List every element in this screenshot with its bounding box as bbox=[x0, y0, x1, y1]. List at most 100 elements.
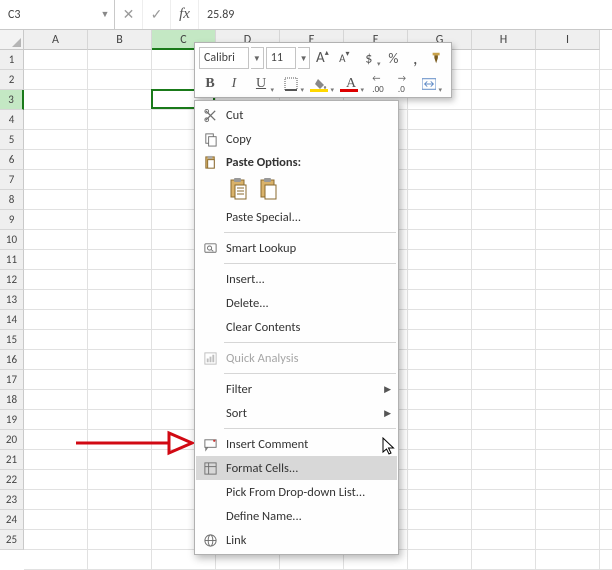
menu-item-pick-from-dropdown[interactable]: Pick From Drop-down List... bbox=[196, 480, 397, 504]
menu-item-define-name[interactable]: Define Name... bbox=[196, 504, 397, 528]
name-box-dropdown[interactable]: ▼ bbox=[96, 0, 114, 29]
menu-item-sort[interactable]: Sort ▶ bbox=[196, 401, 397, 425]
row-header[interactable]: 23 bbox=[0, 490, 24, 510]
menu-item-paste-special[interactable]: Paste Special... bbox=[196, 205, 397, 229]
menu-item-filter[interactable]: Filter ▶ bbox=[196, 377, 397, 401]
menu-label: Cut bbox=[222, 108, 391, 123]
paste-options-row bbox=[196, 173, 397, 205]
menu-separator bbox=[224, 232, 396, 233]
row-header[interactable]: 18 bbox=[0, 390, 24, 410]
menu-separator bbox=[224, 373, 396, 374]
row-header[interactable]: 10 bbox=[0, 230, 24, 250]
paste-option-default[interactable] bbox=[226, 175, 252, 203]
font-size-dropdown[interactable]: ▼ bbox=[298, 47, 311, 69]
submenu-arrow-icon: ▶ bbox=[384, 408, 391, 419]
row-header[interactable]: 7 bbox=[0, 170, 24, 190]
row-header[interactable]: 8 bbox=[0, 190, 24, 210]
menu-label: Clear Contents bbox=[222, 320, 391, 335]
row-header[interactable]: 4 bbox=[0, 110, 24, 130]
row-header[interactable]: 24 bbox=[0, 510, 24, 530]
comma-icon: , bbox=[413, 47, 418, 69]
font-name-dropdown[interactable]: ▼ bbox=[251, 47, 264, 69]
column-header[interactable]: B bbox=[88, 30, 152, 50]
menu-separator bbox=[224, 342, 396, 343]
decrease-font-size-button[interactable]: A▾ bbox=[334, 47, 354, 69]
row-header[interactable]: 19 bbox=[0, 410, 24, 430]
menu-label: Paste Special... bbox=[222, 210, 391, 225]
row-header[interactable]: 15 bbox=[0, 330, 24, 350]
menu-label: Delete... bbox=[222, 296, 391, 311]
italic-button[interactable]: I bbox=[223, 73, 245, 95]
row-header[interactable]: 6 bbox=[0, 150, 24, 170]
menu-label: Format Cells... bbox=[222, 461, 391, 476]
paste-option-values[interactable] bbox=[256, 175, 282, 203]
underline-button[interactable]: U bbox=[247, 73, 275, 95]
font-size-combo[interactable] bbox=[266, 47, 296, 69]
increase-decimal-button[interactable]: →.0 bbox=[391, 73, 413, 95]
submenu-arrow-icon: ▶ bbox=[384, 384, 391, 395]
name-box[interactable] bbox=[0, 0, 96, 29]
format-painter-button[interactable] bbox=[427, 47, 447, 69]
menu-item-clear-contents[interactable]: Clear Contents bbox=[196, 315, 397, 339]
underline-icon: U bbox=[256, 76, 266, 92]
row-header[interactable]: 14 bbox=[0, 310, 24, 330]
menu-item-quick-analysis: Quick Analysis bbox=[196, 346, 397, 370]
fill-color-button[interactable] bbox=[307, 73, 335, 95]
column-header[interactable]: H bbox=[472, 30, 536, 50]
formula-input[interactable] bbox=[199, 0, 612, 29]
format-cells-icon bbox=[198, 461, 222, 476]
format-painter-icon bbox=[430, 51, 444, 65]
menu-item-copy[interactable]: Copy bbox=[196, 127, 397, 151]
row-header[interactable]: 9 bbox=[0, 210, 24, 230]
smart-lookup-icon bbox=[198, 241, 222, 256]
borders-button[interactable] bbox=[277, 73, 305, 95]
select-all-corner[interactable] bbox=[0, 30, 24, 50]
row-header[interactable]: 25 bbox=[0, 530, 24, 550]
decrease-decimal-button[interactable]: ←.00 bbox=[367, 73, 389, 95]
bold-button[interactable]: B bbox=[199, 73, 221, 95]
link-icon bbox=[198, 533, 222, 548]
menu-item-insert[interactable]: Insert... bbox=[196, 267, 397, 291]
row-header[interactable]: 17 bbox=[0, 370, 24, 390]
row-header[interactable]: 5 bbox=[0, 130, 24, 150]
menu-item-cut[interactable]: Cut bbox=[196, 103, 397, 127]
comma-format-button[interactable]: , bbox=[405, 47, 425, 69]
percent-icon: % bbox=[388, 50, 398, 67]
merge-center-button[interactable] bbox=[415, 73, 443, 95]
row-header[interactable]: 2 bbox=[0, 70, 24, 90]
dollar-icon: $ bbox=[365, 50, 372, 67]
italic-icon: I bbox=[232, 76, 237, 92]
row-header[interactable]: 22 bbox=[0, 470, 24, 490]
menu-item-link[interactable]: Link bbox=[196, 528, 397, 552]
menu-label: Pick From Drop-down List... bbox=[222, 485, 391, 500]
row-header[interactable]: 21 bbox=[0, 450, 24, 470]
menu-item-insert-comment[interactable]: Insert Comment bbox=[196, 432, 397, 456]
increase-decimal-icon: →.0 bbox=[398, 73, 406, 95]
row-header[interactable]: 11 bbox=[0, 250, 24, 270]
currency-format-button[interactable]: $ bbox=[356, 47, 381, 69]
menu-item-smart-lookup[interactable]: Smart Lookup bbox=[196, 236, 397, 260]
check-icon: ✓ bbox=[151, 6, 163, 23]
column-header[interactable]: A bbox=[24, 30, 88, 50]
menu-item-format-cells[interactable]: Format Cells... bbox=[196, 456, 397, 480]
row-header[interactable]: 1 bbox=[0, 50, 24, 70]
menu-label: Insert Comment bbox=[222, 437, 391, 452]
font-name-combo[interactable] bbox=[199, 47, 249, 69]
menu-label: Filter bbox=[222, 382, 384, 397]
insert-function-button[interactable]: fx bbox=[171, 0, 199, 29]
row-header[interactable]: 13 bbox=[0, 290, 24, 310]
cancel-formula-button[interactable]: ✕ bbox=[115, 0, 143, 29]
menu-item-delete[interactable]: Delete... bbox=[196, 291, 397, 315]
accept-formula-button[interactable]: ✓ bbox=[143, 0, 171, 29]
column-header[interactable]: I bbox=[536, 30, 600, 50]
row-header[interactable]: 16 bbox=[0, 350, 24, 370]
font-color-button[interactable]: A bbox=[337, 73, 365, 95]
row-header[interactable]: 20 bbox=[0, 430, 24, 450]
menu-label: Copy bbox=[222, 132, 391, 147]
percent-format-button[interactable]: % bbox=[383, 47, 403, 69]
row-header[interactable]: 3 bbox=[0, 90, 24, 110]
clipboard-icon bbox=[198, 155, 222, 170]
formula-bar: ▼ ✕ ✓ fx bbox=[0, 0, 612, 30]
increase-font-size-button[interactable]: A▴ bbox=[312, 47, 332, 69]
row-header[interactable]: 12 bbox=[0, 270, 24, 290]
